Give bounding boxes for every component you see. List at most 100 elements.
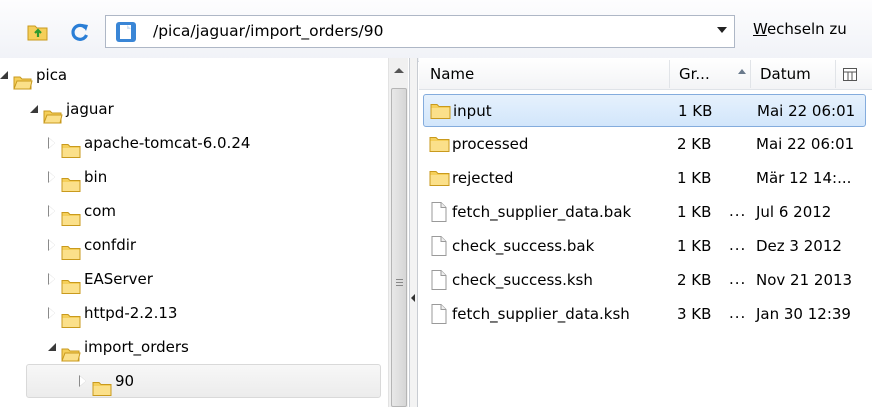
folder-icon bbox=[61, 136, 81, 158]
path-text[interactable]: /pica/jaguar/import_orders/90 bbox=[153, 22, 383, 40]
folder-icon bbox=[61, 306, 81, 328]
file-size: 1 KB bbox=[677, 203, 712, 221]
tree-item-label: com bbox=[84, 202, 117, 220]
scroll-up-arrow-icon[interactable] bbox=[394, 68, 404, 73]
folder-icon bbox=[92, 374, 112, 396]
file-icon bbox=[431, 202, 447, 226]
path-combobox[interactable]: /pica/jaguar/import_orders/90 bbox=[105, 15, 735, 48]
folder-icon bbox=[13, 68, 33, 89]
column-chooser-icon[interactable] bbox=[843, 67, 857, 85]
file-size: 2 KB bbox=[677, 271, 712, 289]
column-divider[interactable] bbox=[835, 60, 836, 88]
chevron-down-icon[interactable] bbox=[717, 27, 727, 33]
column-divider[interactable] bbox=[750, 60, 751, 88]
collapsed-arrow-icon[interactable] bbox=[45, 272, 59, 286]
grip-icon bbox=[396, 279, 403, 286]
file-date: Mai 22 06:01 bbox=[756, 135, 855, 153]
collapse-arrow-icon[interactable] bbox=[411, 294, 415, 302]
truncated-column: ... bbox=[729, 202, 747, 220]
file-date: Mär 12 14:... bbox=[756, 169, 852, 187]
tree-item-label: apache-tomcat-6.0.24 bbox=[84, 134, 251, 152]
column-header-name[interactable]: Name bbox=[430, 65, 474, 83]
file-row[interactable]: fetch_supplier_data.bak 1 KB... Jul 6 2012 bbox=[423, 196, 866, 229]
folder-icon bbox=[61, 170, 81, 192]
tree-item[interactable]: confdir bbox=[0, 228, 136, 262]
list-header: Name Gr... Datum bbox=[419, 58, 872, 90]
folder-row[interactable]: input 1 KB Mai 22 06:01 bbox=[423, 94, 866, 127]
tree-item[interactable]: EAServer bbox=[0, 262, 153, 296]
tree-item[interactable]: httpd-2.2.13 bbox=[0, 296, 177, 330]
file-name: check_success.bak bbox=[452, 237, 595, 255]
file-size: 2 KB bbox=[677, 135, 712, 153]
folder-tree[interactable]: pica jaguar apache-tomcat-6.0.24 bin com conf… bbox=[0, 58, 410, 407]
tree-item-label: jaguar bbox=[66, 100, 114, 118]
folder-icon bbox=[429, 170, 450, 190]
address-toolbar: /pica/jaguar/import_orders/90 Wechseln z… bbox=[0, 0, 872, 62]
tree-item[interactable]: import_orders bbox=[0, 330, 189, 364]
column-header-date[interactable]: Datum bbox=[760, 65, 811, 83]
expanded-arrow-icon[interactable] bbox=[27, 102, 41, 116]
tree-item[interactable]: apache-tomcat-6.0.24 bbox=[0, 126, 250, 160]
folder-row[interactable]: rejected 1 KB Mär 12 14:... bbox=[423, 162, 866, 195]
folder-icon bbox=[61, 238, 81, 260]
tree-scrollbar[interactable] bbox=[388, 58, 408, 407]
tree-item-label: EAServer bbox=[84, 270, 153, 288]
go-to-button[interactable]: Wechseln zu bbox=[753, 20, 847, 38]
collapsed-arrow-icon[interactable] bbox=[45, 136, 59, 150]
file-name: fetch_supplier_data.ksh bbox=[452, 305, 630, 323]
collapsed-arrow-icon[interactable] bbox=[45, 170, 59, 184]
collapsed-arrow-icon[interactable] bbox=[45, 238, 59, 252]
truncated-column: ... bbox=[729, 270, 747, 288]
document-icon bbox=[115, 21, 137, 47]
column-header-size[interactable]: Gr... bbox=[679, 65, 710, 83]
go-label-text: echseln zu bbox=[766, 20, 847, 38]
tree-item[interactable]: jaguar bbox=[0, 92, 114, 126]
tree-item-label: confdir bbox=[84, 236, 137, 254]
file-size: 1 KB bbox=[677, 237, 712, 255]
tree-item[interactable]: 90 bbox=[26, 364, 381, 398]
tree-item-label: 90 bbox=[115, 372, 135, 390]
collapsed-arrow-icon[interactable] bbox=[76, 374, 90, 388]
column-divider[interactable] bbox=[669, 60, 670, 88]
file-list[interactable]: Name Gr... Datum input 1 KB Mai 22 06:01 pr… bbox=[419, 58, 872, 407]
file-name: fetch_supplier_data.bak bbox=[452, 203, 632, 221]
tree-item-label: import_orders bbox=[84, 338, 189, 356]
file-date: Jul 6 2012 bbox=[756, 203, 832, 221]
go-label-accelerator: W bbox=[753, 20, 767, 38]
tree-item-label: bin bbox=[84, 168, 108, 186]
folder-icon bbox=[43, 102, 63, 123]
file-name: processed bbox=[452, 135, 529, 153]
expanded-arrow-icon[interactable] bbox=[45, 340, 59, 354]
expanded-arrow-icon[interactable] bbox=[0, 68, 11, 82]
file-icon bbox=[431, 304, 447, 328]
file-date: Jan 30 12:39 bbox=[756, 305, 851, 323]
folder-row[interactable]: processed 2 KB Mai 22 06:01 bbox=[423, 128, 866, 161]
tree-item[interactable]: bin bbox=[0, 160, 107, 194]
folder-icon bbox=[61, 340, 81, 361]
pane-splitter[interactable] bbox=[410, 58, 418, 407]
file-date: Mai 22 06:01 bbox=[757, 102, 856, 120]
file-name: input bbox=[453, 102, 492, 120]
file-size: 1 KB bbox=[678, 102, 713, 120]
folder-icon bbox=[430, 103, 451, 123]
folder-icon bbox=[429, 136, 450, 156]
file-date: Dez 3 2012 bbox=[756, 237, 842, 255]
file-row[interactable]: check_success.ksh 2 KB... Nov 21 2013 bbox=[423, 264, 866, 297]
file-icon bbox=[431, 236, 447, 260]
file-name: check_success.ksh bbox=[452, 271, 593, 289]
file-date: Nov 21 2013 bbox=[756, 271, 853, 289]
folder-icon bbox=[61, 272, 81, 294]
parent-folder-icon[interactable] bbox=[27, 22, 48, 42]
tree-item[interactable]: pica bbox=[0, 58, 67, 92]
truncated-column: ... bbox=[729, 304, 747, 322]
file-size: 1 KB bbox=[677, 169, 712, 187]
file-size: 3 KB bbox=[677, 305, 712, 323]
collapsed-arrow-icon[interactable] bbox=[45, 204, 59, 218]
refresh-icon[interactable] bbox=[70, 22, 90, 42]
file-row[interactable]: check_success.bak 1 KB... Dez 3 2012 bbox=[423, 230, 866, 263]
tree-item[interactable]: com bbox=[0, 194, 116, 228]
tree-item-label: httpd-2.2.13 bbox=[84, 304, 178, 322]
scrollbar-thumb[interactable] bbox=[391, 88, 407, 407]
collapsed-arrow-icon[interactable] bbox=[45, 306, 59, 320]
file-row[interactable]: fetch_supplier_data.ksh 3 KB... Jan 30 12:… bbox=[423, 298, 866, 331]
